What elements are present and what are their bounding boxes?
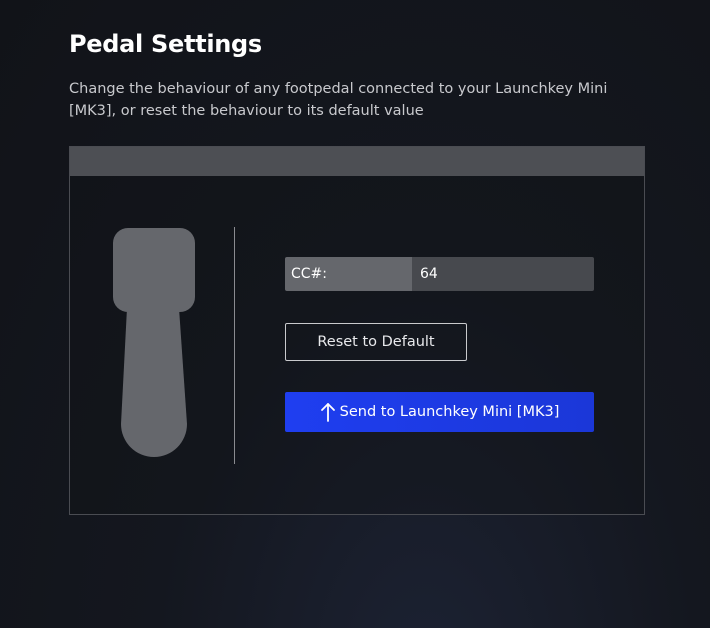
send-to-device-button[interactable]: Send to Launchkey Mini [MK3] bbox=[285, 392, 594, 432]
panel-header bbox=[70, 147, 644, 176]
page-description: Change the behaviour of any footpedal co… bbox=[69, 81, 608, 119]
send-button-label: Send to Launchkey Mini [MK3] bbox=[339, 404, 560, 420]
cc-number-label: CC#: bbox=[285, 257, 412, 291]
page-title: Pedal Settings bbox=[69, 30, 262, 58]
cc-number-field: CC#: bbox=[285, 257, 594, 291]
arrow-up-icon bbox=[320, 402, 336, 422]
vertical-divider bbox=[234, 227, 235, 464]
pedal-settings-panel: CC#: Reset to Default Send to Launchkey … bbox=[69, 146, 645, 515]
cc-number-input[interactable] bbox=[412, 257, 594, 291]
sustain-pedal-icon bbox=[113, 228, 195, 458]
reset-to-default-button[interactable]: Reset to Default bbox=[285, 323, 467, 361]
